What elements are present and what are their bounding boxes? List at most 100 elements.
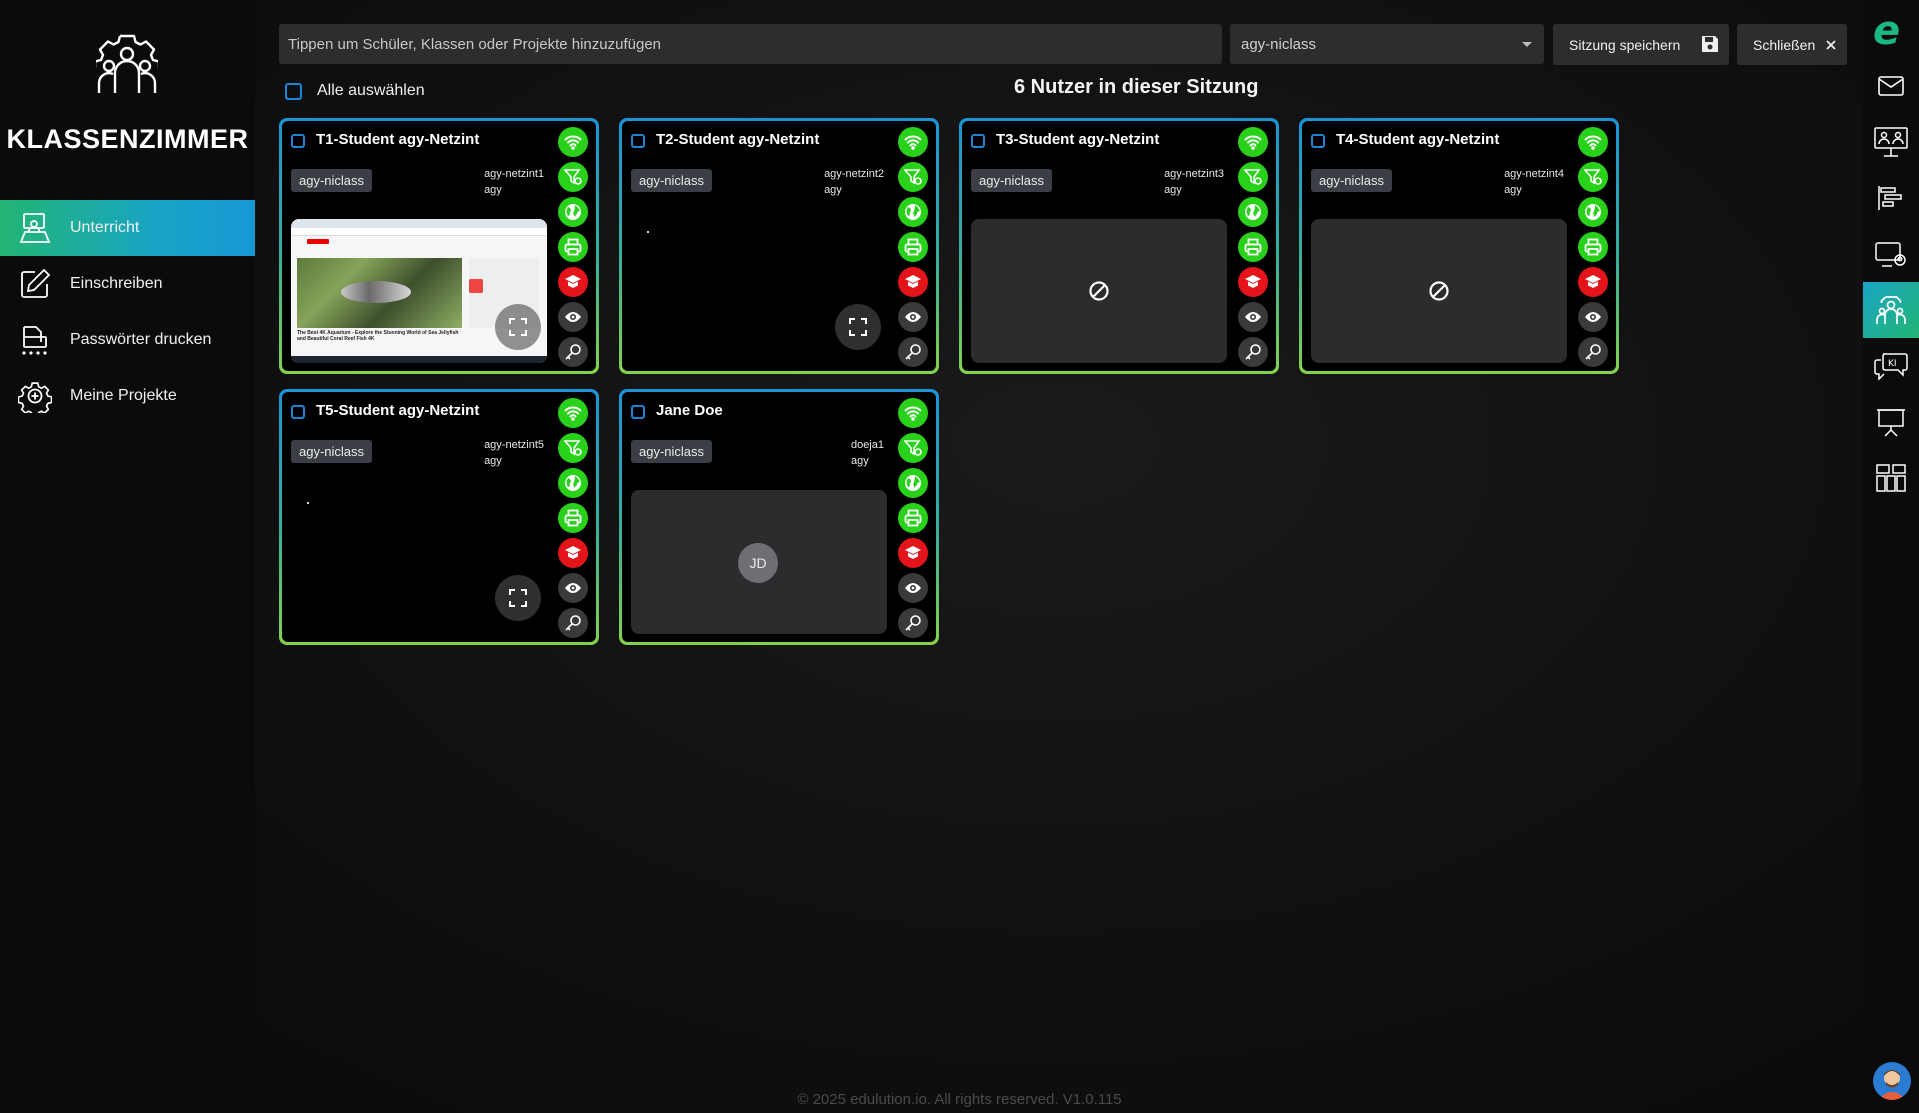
footer-copyright: © 2025 edulution.io. All rights reserved… bbox=[797, 1091, 1122, 1108]
student-screen-offline bbox=[1311, 219, 1567, 363]
printer-toggle-button[interactable] bbox=[1578, 232, 1608, 262]
save-session-button[interactable]: Sitzung speichern bbox=[1553, 24, 1729, 65]
gantt-chart-icon[interactable] bbox=[1863, 170, 1919, 226]
eye-toggle-button[interactable] bbox=[1238, 302, 1268, 332]
student-screen-offline bbox=[971, 219, 1227, 363]
printer-toggle-button[interactable] bbox=[898, 503, 928, 533]
student-card[interactable]: T4-Student agy-Netzint agy-niclass agy-n… bbox=[1299, 118, 1619, 374]
student-card-body: T2-Student agy-Netzint agy-niclass agy-n… bbox=[622, 121, 936, 371]
key-toggle-button[interactable] bbox=[558, 608, 588, 638]
student-card[interactable]: T5-Student agy-Netzint agy-niclass agy-n… bbox=[279, 389, 599, 645]
student-school: agy bbox=[850, 455, 869, 467]
eye-toggle-button[interactable] bbox=[898, 302, 928, 332]
globe-toggle-button[interactable] bbox=[558, 468, 588, 498]
web-filter-toggle-button[interactable] bbox=[898, 162, 928, 192]
student-name: T5-Student agy-Netzint bbox=[316, 402, 480, 419]
fullscreen-button[interactable] bbox=[495, 575, 541, 621]
wifi-toggle-button[interactable] bbox=[898, 127, 928, 157]
key-toggle-button[interactable] bbox=[898, 608, 928, 638]
key-toggle-button[interactable] bbox=[898, 337, 928, 367]
select-all-checkbox[interactable]: Alle auswählen bbox=[285, 82, 425, 100]
exam-mode-toggle-button[interactable] bbox=[558, 267, 588, 297]
student-select-checkbox[interactable] bbox=[631, 134, 645, 148]
mail-icon[interactable] bbox=[1863, 58, 1919, 114]
exam-mode-toggle-button[interactable] bbox=[898, 267, 928, 297]
globe-toggle-button[interactable] bbox=[898, 197, 928, 227]
web-filter-toggle-button[interactable] bbox=[558, 162, 588, 192]
web-filter-toggle-button[interactable] bbox=[898, 433, 928, 463]
exam-mode-toggle-button[interactable] bbox=[1578, 267, 1608, 297]
globe-toggle-button[interactable] bbox=[1238, 197, 1268, 227]
sidebar-item-unterricht[interactable]: Unterricht bbox=[0, 200, 255, 256]
student-card[interactable]: T3-Student agy-Netzint agy-niclass agy-n… bbox=[959, 118, 1279, 374]
student-card[interactable]: T1-Student agy-Netzint agy-niclass agy-n… bbox=[279, 118, 599, 374]
checkbox[interactable] bbox=[285, 82, 302, 100]
eye-toggle-button[interactable] bbox=[898, 573, 928, 603]
web-filter-toggle-button[interactable] bbox=[558, 433, 588, 463]
monitor-user-icon[interactable] bbox=[1863, 226, 1919, 282]
student-screen-preview[interactable] bbox=[291, 490, 547, 634]
wifi-icon bbox=[1244, 134, 1262, 150]
exam-mode-icon bbox=[1584, 274, 1602, 290]
student-action-column bbox=[558, 398, 588, 643]
group-select-value: agy-niclass bbox=[1241, 35, 1317, 53]
close-session-button[interactable]: Schließen bbox=[1737, 24, 1847, 65]
printer-toggle-button[interactable] bbox=[558, 503, 588, 533]
fullscreen-button[interactable] bbox=[495, 304, 541, 350]
wifi-toggle-button[interactable] bbox=[558, 398, 588, 428]
web-filter-toggle-button[interactable] bbox=[1238, 162, 1268, 192]
student-card[interactable]: Jane Doe agy-niclass doeja1 agy JD bbox=[619, 389, 939, 645]
wifi-toggle-button[interactable] bbox=[898, 398, 928, 428]
student-card-body: T4-Student agy-Netzint agy-niclass agy-n… bbox=[1302, 121, 1616, 371]
exam-mode-toggle-button[interactable] bbox=[558, 538, 588, 568]
printer-toggle-button[interactable] bbox=[898, 232, 928, 262]
student-card-body: T5-Student agy-Netzint agy-niclass agy-n… bbox=[282, 392, 596, 642]
sidebar-item-passwoerter-drucken[interactable]: Passwörter drucken bbox=[0, 312, 255, 368]
classroom-rail-icon[interactable] bbox=[1863, 282, 1919, 338]
participant-search-input[interactable]: Tippen um Schüler, Klassen oder Projekte… bbox=[279, 24, 1222, 64]
wifi-toggle-button[interactable] bbox=[558, 127, 588, 157]
eye-toggle-button[interactable] bbox=[558, 302, 588, 332]
student-select-checkbox[interactable] bbox=[971, 134, 985, 148]
student-screen-preview[interactable]: The Best 4K Aquarium - Explore the Stunn… bbox=[291, 219, 547, 363]
wifi-toggle-button[interactable] bbox=[1238, 127, 1268, 157]
sidebar-item-meine-projekte[interactable]: Meine Projekte bbox=[0, 368, 255, 424]
globe-toggle-button[interactable] bbox=[558, 197, 588, 227]
student-select-checkbox[interactable] bbox=[291, 134, 305, 148]
student-screen-preview[interactable] bbox=[631, 219, 887, 363]
globe-toggle-button[interactable] bbox=[898, 468, 928, 498]
key-icon bbox=[564, 614, 582, 632]
key-toggle-button[interactable] bbox=[1238, 337, 1268, 367]
users-board-icon[interactable] bbox=[1863, 114, 1919, 170]
wifi-toggle-button[interactable] bbox=[1578, 127, 1608, 157]
printer-icon bbox=[564, 509, 582, 527]
eye-toggle-button[interactable] bbox=[558, 573, 588, 603]
eye-toggle-button[interactable] bbox=[1578, 302, 1608, 332]
user-initials-avatar: JD bbox=[738, 543, 778, 583]
exam-mode-toggle-button[interactable] bbox=[1238, 267, 1268, 297]
classroom-gear-logo-icon bbox=[96, 34, 158, 93]
ai-chat-icon[interactable]: KI bbox=[1863, 338, 1919, 394]
key-toggle-button[interactable] bbox=[558, 337, 588, 367]
student-select-checkbox[interactable] bbox=[1311, 134, 1325, 148]
student-group-badge: agy-niclass bbox=[291, 169, 373, 192]
student-select-checkbox[interactable] bbox=[291, 405, 305, 419]
mouse-cursor bbox=[307, 502, 309, 504]
edulution-logo-icon[interactable]: e bbox=[1873, 8, 1900, 54]
printer-toggle-button[interactable] bbox=[1238, 232, 1268, 262]
presentation-board-icon[interactable] bbox=[1863, 394, 1919, 450]
student-action-column bbox=[898, 398, 928, 643]
student-card[interactable]: T2-Student agy-Netzint agy-niclass agy-n… bbox=[619, 118, 939, 374]
file-grid-icon[interactable] bbox=[1863, 450, 1919, 506]
wifi-icon bbox=[564, 405, 582, 421]
student-group-badge: agy-niclass bbox=[1311, 169, 1393, 192]
key-toggle-button[interactable] bbox=[1578, 337, 1608, 367]
fullscreen-button[interactable] bbox=[835, 304, 881, 350]
printer-toggle-button[interactable] bbox=[558, 232, 588, 262]
web-filter-toggle-button[interactable] bbox=[1578, 162, 1608, 192]
group-select-dropdown[interactable]: agy-niclass bbox=[1230, 24, 1544, 64]
exam-mode-toggle-button[interactable] bbox=[898, 538, 928, 568]
globe-toggle-button[interactable] bbox=[1578, 197, 1608, 227]
student-select-checkbox[interactable] bbox=[631, 405, 645, 419]
sidebar-item-einschreiben[interactable]: Einschreiben bbox=[0, 256, 255, 312]
